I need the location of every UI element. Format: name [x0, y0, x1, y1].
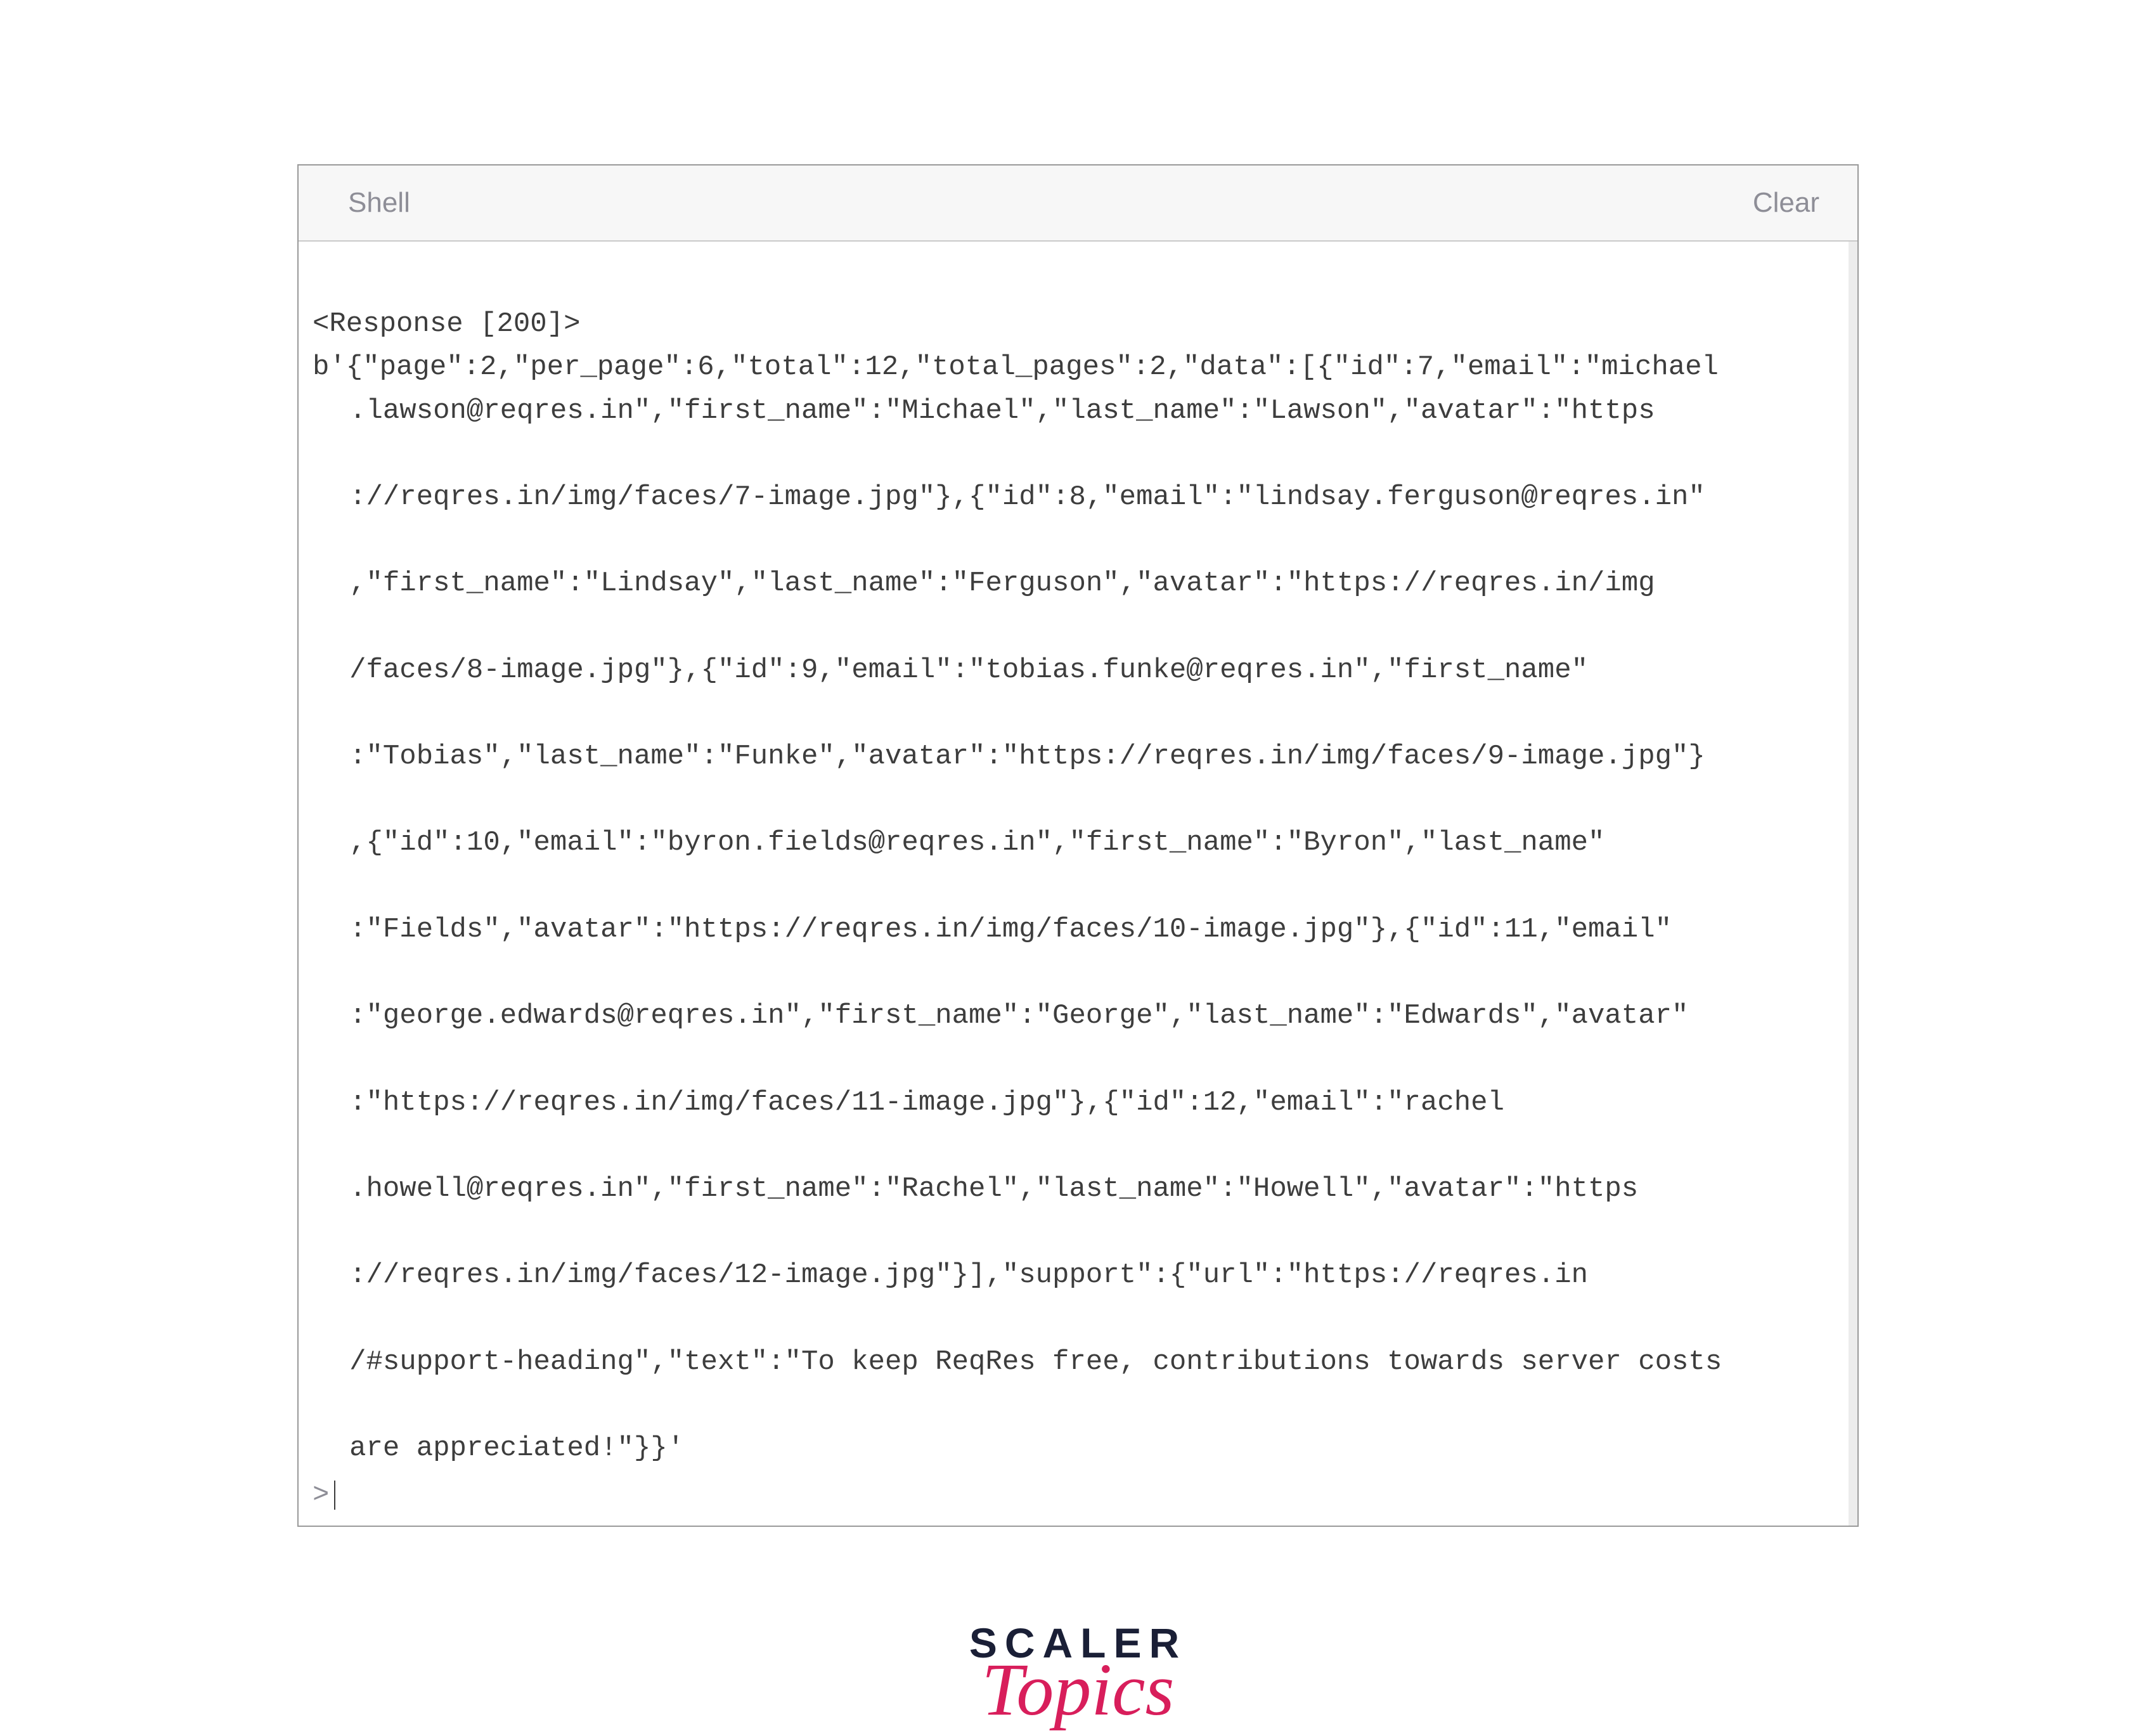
output-line: /faces/8-image.jpg"},{"id":9,"email":"to…: [313, 649, 1835, 692]
shell-panel-header: Shell Clear: [299, 165, 1857, 242]
output-line: :"Fields","avatar":"https://reqres.in/im…: [313, 908, 1835, 951]
shell-output: <Response [200]> b'{"page":2,"per_page":…: [313, 259, 1835, 1470]
scaler-topics-logo: SCALER Topics: [969, 1622, 1187, 1727]
logo-word-topics: Topics: [969, 1652, 1187, 1727]
output-line: b'{"page":2,"per_page":6,"total":12,"tot…: [313, 351, 1719, 383]
output-line: are appreciated!"}}': [313, 1427, 1835, 1470]
output-line: <Response [200]>: [313, 308, 580, 340]
shell-prompt-row[interactable]: >: [313, 1474, 1835, 1517]
output-line: ,"first_name":"Lindsay","last_name":"Fer…: [313, 562, 1835, 605]
output-line: .howell@reqres.in","first_name":"Rachel"…: [313, 1167, 1835, 1210]
output-line: .lawson@reqres.in","first_name":"Michael…: [313, 389, 1835, 432]
output-line: :"Tobias","last_name":"Funke","avatar":"…: [313, 735, 1835, 778]
output-line: :"https://reqres.in/img/faces/11-image.j…: [313, 1081, 1835, 1124]
output-line: ://reqres.in/img/faces/7-image.jpg"},{"i…: [313, 476, 1835, 519]
output-line: :"george.edwards@reqres.in","first_name"…: [313, 994, 1835, 1037]
shell-title: Shell: [348, 187, 410, 219]
cursor-icon: [334, 1481, 335, 1510]
output-line: ://reqres.in/img/faces/12-image.jpg"}],"…: [313, 1254, 1835, 1297]
stage: Shell Clear <Response [200]> b'{"page":2…: [297, 164, 1859, 1216]
logo-wrap: SCALER Topics: [297, 1622, 1859, 1727]
shell-body[interactable]: <Response [200]> b'{"page":2,"per_page":…: [299, 242, 1857, 1526]
output-line: /#support-heading","text":"To keep ReqRe…: [313, 1340, 1835, 1384]
output-line: ,{"id":10,"email":"byron.fields@reqres.i…: [313, 821, 1835, 864]
prompt-symbol: >: [313, 1474, 329, 1517]
clear-button[interactable]: Clear: [1753, 187, 1819, 219]
shell-panel: Shell Clear <Response [200]> b'{"page":2…: [297, 164, 1859, 1527]
